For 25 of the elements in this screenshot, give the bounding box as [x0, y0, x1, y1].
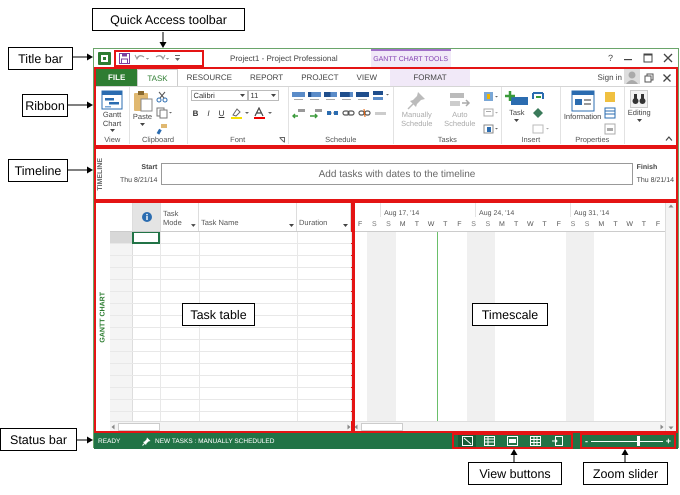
callout-label: Status bar — [0, 428, 77, 451]
ribbon-tab[interactable]: PROJECT — [292, 69, 348, 86]
callout-label: Timeline — [8, 159, 68, 182]
ribbon-tab[interactable]: RESOURCE — [178, 69, 241, 86]
ribbon-tab[interactable]: VIEW — [348, 69, 386, 86]
text-style-button[interactable]: B — [190, 108, 201, 118]
zoom-out-button[interactable]: - — [585, 436, 588, 446]
file-tab[interactable]: FILE — [96, 69, 138, 86]
sign-in-link[interactable]: Sign in — [598, 73, 622, 82]
callout-label: Ribbon — [22, 94, 68, 117]
window-title: Project1 - Project Professional — [230, 54, 338, 62]
callout-label: Task table — [182, 303, 255, 326]
text-style-button[interactable]: U — [216, 108, 227, 118]
ribbon-tab[interactable]: TASK — [137, 69, 178, 86]
zoom-in-button[interactable]: + — [666, 436, 671, 446]
callout-label: Quick Access toolbar — [92, 8, 245, 31]
help-button[interactable]: ? — [608, 53, 613, 63]
text-style-button[interactable]: I — [204, 108, 214, 118]
callout-label: Timescale — [472, 303, 548, 326]
callout-label: Title bar — [8, 47, 73, 70]
callout-label: View buttons — [468, 462, 562, 485]
callout-label: Zoom slider — [583, 462, 668, 485]
ribbon-tab[interactable]: FORMAT — [390, 69, 470, 86]
timeline-bar[interactable]: Add tasks with dates to the timeline — [161, 163, 633, 185]
ribbon-tab[interactable]: REPORT — [241, 69, 292, 86]
